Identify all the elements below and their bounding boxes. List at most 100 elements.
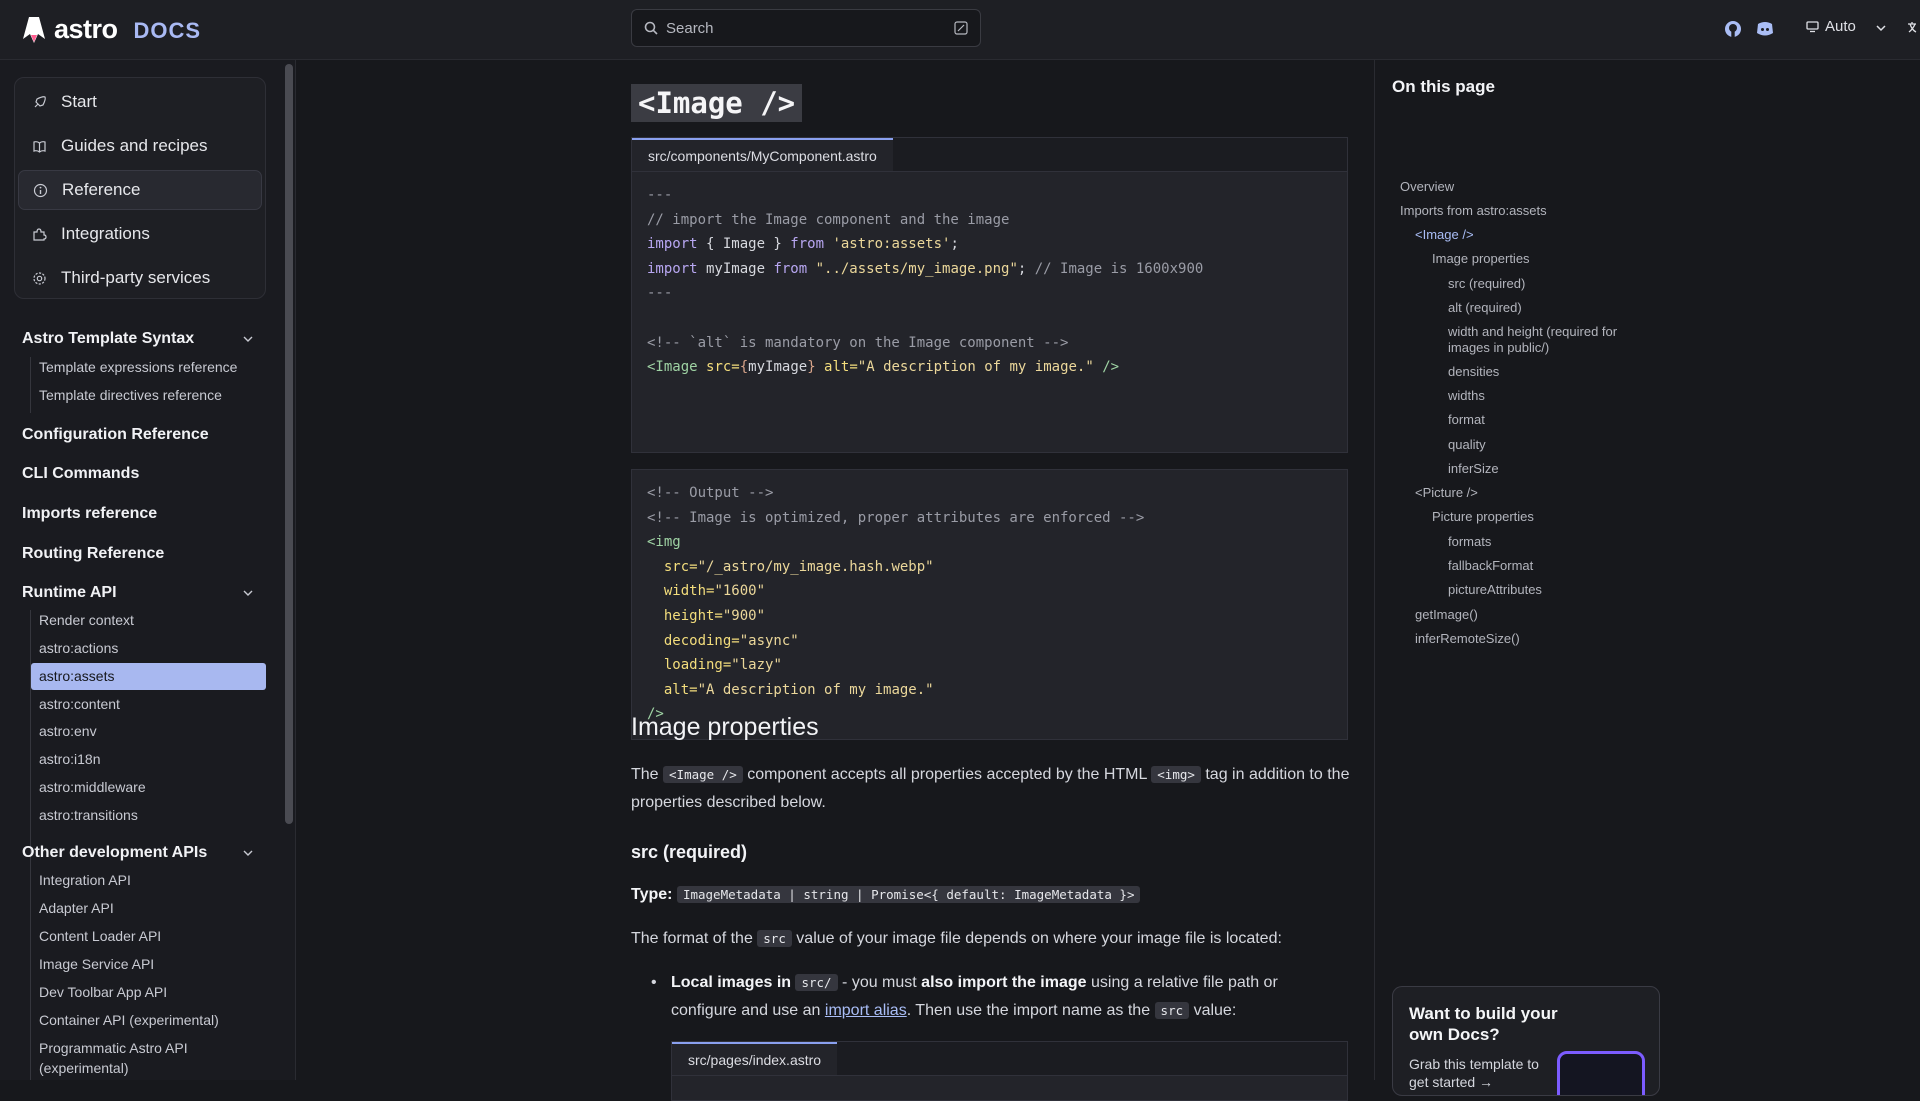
code-tabbar: src/components/MyComponent.astro <box>632 138 1347 172</box>
section-heading-image-properties: Image properties <box>631 713 819 741</box>
sidebar-item-render-context[interactable]: Render context <box>39 612 134 628</box>
group-template-syntax[interactable]: Astro Template Syntax <box>22 330 194 348</box>
toc-title: On this page <box>1392 77 1495 96</box>
nav-integrations-label: Integrations <box>61 224 150 243</box>
type-row: Type: ImageMetadata | string | Promise<{… <box>631 886 1141 904</box>
sidebar-item-config-reference[interactable]: Configuration Reference <box>22 426 209 444</box>
code-brace: } <box>807 359 816 376</box>
nav-reference[interactable]: Reference <box>18 170 262 210</box>
code-attr: width= <box>663 583 715 600</box>
code-text: myImage <box>697 260 774 277</box>
paragraph-src-format: The format of the src value of your imag… <box>631 925 1351 953</box>
toc-item[interactable]: quality <box>1448 437 1486 453</box>
theme-select[interactable]: Auto <box>1806 18 1856 35</box>
sidebar-item-astro-transitions[interactable]: astro:transitions <box>39 807 138 823</box>
toc-item[interactable]: <Picture /> <box>1415 485 1478 501</box>
toc-item[interactable]: Picture properties <box>1432 509 1534 525</box>
nav-guides-label: Guides and recipes <box>61 136 208 155</box>
chevron-down-icon[interactable] <box>242 587 254 599</box>
sidebar-item-cli-commands[interactable]: CLI Commands <box>22 465 139 483</box>
group-runtime-api[interactable]: Runtime API <box>22 584 117 602</box>
import-alias-link[interactable]: import alias <box>825 1002 907 1019</box>
sidebar-item-astro-actions[interactable]: astro:actions <box>39 640 118 656</box>
toc-item[interactable]: format <box>1448 412 1485 428</box>
tree-line <box>30 870 31 1080</box>
promo-text: Grab this template to get started → <box>1409 1056 1539 1090</box>
toc-item[interactable]: pictureAttributes <box>1448 582 1542 598</box>
toc-item[interactable]: Image properties <box>1432 251 1530 267</box>
astro-logo[interactable]: astro DOCS <box>22 14 201 45</box>
theme-label: Auto <box>1825 18 1856 35</box>
toc-item[interactable]: <Image /> <box>1415 227 1474 243</box>
toc-item[interactable]: inferSize <box>1448 461 1499 477</box>
code-tag: <Image <box>647 359 707 376</box>
code-block-index: src/pages/index.astro <box>671 1041 1348 1101</box>
chevron-down-icon[interactable] <box>1874 21 1888 35</box>
sidebar-item-content-loader-api[interactable]: Content Loader API <box>39 928 161 944</box>
sidebar-item-routing-reference[interactable]: Routing Reference <box>22 545 164 563</box>
code-attr: height= <box>663 607 723 624</box>
code-tab-filename[interactable]: src/pages/index.astro <box>672 1042 838 1075</box>
toc-item[interactable]: Imports from astro:assets <box>1400 203 1547 219</box>
text: - you must <box>837 974 922 991</box>
toc-item[interactable]: src (required) <box>1448 276 1525 292</box>
code-text: { Image } <box>697 236 791 253</box>
code-content[interactable]: <!-- Output --> <!-- Image is optimized,… <box>632 470 1347 738</box>
sidebar-item-astro-i18n[interactable]: astro:i18n <box>39 751 100 767</box>
toc-item[interactable]: widths <box>1448 388 1485 404</box>
sidebar-item-astro-env[interactable]: astro:env <box>39 723 97 739</box>
nav-integrations[interactable]: Integrations <box>18 214 262 254</box>
toc-item[interactable]: Overview <box>1400 179 1454 195</box>
sidebar-item-astro-middleware[interactable]: astro:middleware <box>39 779 146 795</box>
discord-icon[interactable] <box>1755 19 1775 39</box>
toc-item[interactable]: images in public/) <box>1448 340 1549 356</box>
inline-code: src/ <box>795 974 838 991</box>
sidebar-item-adapter-api[interactable]: Adapter API <box>39 900 114 916</box>
nav-third-party-label: Third-party services <box>61 268 211 287</box>
monitor-icon <box>1806 21 1819 33</box>
chevron-down-icon[interactable] <box>242 847 254 859</box>
code-content[interactable]: --- // import the Image component and th… <box>632 172 1347 391</box>
code-string: "A description of my image." <box>857 359 1094 376</box>
toc-item[interactable]: inferRemoteSize() <box>1415 631 1520 647</box>
sidebar-item-programmatic-api-suffix[interactable]: (experimental) <box>39 1060 128 1076</box>
sidebar-item-astro-assets[interactable]: astro:assets <box>39 668 114 684</box>
code-tab-filename[interactable]: src/components/MyComponent.astro <box>632 138 893 171</box>
site-header: astro DOCS Search Auto <box>0 0 1920 60</box>
nav-guides[interactable]: Guides and recipes <box>18 126 262 166</box>
sidebar-item-dev-toolbar-api[interactable]: Dev Toolbar App API <box>39 984 167 1000</box>
nav-reference-label: Reference <box>62 180 141 199</box>
language-icon[interactable] <box>1906 20 1920 36</box>
code-string: "/_astro/my_image.hash.webp" <box>697 558 934 575</box>
nav-start-label: Start <box>61 92 97 111</box>
sidebar-item-integration-api[interactable]: Integration API <box>39 872 131 888</box>
code-string: "../assets/my_image.png" <box>807 260 1018 277</box>
nav-start[interactable]: Start <box>18 82 262 122</box>
code-attr: src= <box>663 558 698 575</box>
nav-third-party[interactable]: Third-party services <box>18 258 262 298</box>
toc-item[interactable]: width and height (required for <box>1448 324 1617 340</box>
chevron-down-icon[interactable] <box>242 333 254 345</box>
toc-item[interactable]: formats <box>1448 534 1491 550</box>
toc-item[interactable]: fallbackFormat <box>1448 558 1533 574</box>
code-keyword: from <box>790 236 825 253</box>
group-other-apis[interactable]: Other development APIs <box>22 844 207 862</box>
sidebar-item-template-directives[interactable]: Template directives reference <box>39 387 222 403</box>
toc-item[interactable]: getImage() <box>1415 607 1478 623</box>
sidebar-item-astro-content[interactable]: astro:content <box>39 696 120 712</box>
toc-item[interactable]: alt (required) <box>1448 300 1522 316</box>
book-icon <box>33 140 46 153</box>
sidebar-item-programmatic-api[interactable]: Programmatic Astro API <box>39 1040 188 1056</box>
search-icon <box>644 21 658 35</box>
code-comment: // import the Image component and the im… <box>647 211 1010 228</box>
sidebar-item-imports-reference[interactable]: Imports reference <box>22 505 157 523</box>
code-comment: <!-- Output --> <box>647 485 774 501</box>
sidebar-scrollbar[interactable] <box>285 64 293 824</box>
toc-item[interactable]: densities <box>1448 364 1499 380</box>
github-icon[interactable] <box>1723 19 1743 39</box>
search-input[interactable]: Search <box>631 9 981 47</box>
type-value: ImageMetadata | string | Promise<{ defau… <box>676 886 1141 903</box>
sidebar-item-container-api[interactable]: Container API (experimental) <box>39 1012 219 1028</box>
sidebar-item-image-service-api[interactable]: Image Service API <box>39 956 154 972</box>
sidebar-item-template-expressions[interactable]: Template expressions reference <box>39 359 237 375</box>
